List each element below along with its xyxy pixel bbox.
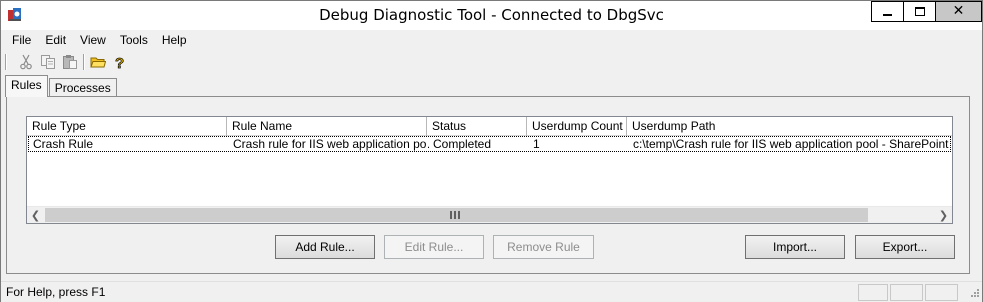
rules-list-header: Rule Type Rule Name Status Userdump Coun… [27,117,952,136]
caption-buttons: ✕ [871,1,982,22]
menu-file[interactable]: File [5,31,38,49]
horizontal-scrollbar[interactable]: ❮ ❯ [27,206,952,223]
column-header-rule-type[interactable]: Rule Type [27,117,227,136]
close-button[interactable]: ✕ [935,1,982,22]
column-header-status[interactable]: Status [427,117,527,136]
scroll-grip-icon [450,211,460,219]
paste-button[interactable] [59,53,81,71]
title-bar[interactable]: Debug Diagnostic Tool - Connected to Dbg… [1,1,982,30]
status-pane-2 [890,284,923,301]
menu-tools[interactable]: Tools [113,31,155,49]
scroll-left-button[interactable]: ❮ [27,207,44,223]
remove-rule-button[interactable]: Remove Rule [493,235,594,259]
cut-icon [20,54,32,70]
tab-processes[interactable]: Processes [48,78,117,97]
scroll-thumb[interactable] [45,208,868,222]
chevron-left-icon: ❮ [30,209,41,222]
main-window: Debug Diagnostic Tool - Connected to Dbg… [0,0,983,302]
open-folder-icon [90,57,106,68]
toolbar-grip[interactable] [5,54,7,70]
copy-icon [41,55,55,69]
status-pane-1 [858,284,888,301]
add-rule-button[interactable]: Add Rule... [275,235,375,259]
import-button[interactable]: Import... [745,235,845,259]
menu-help[interactable]: Help [155,31,194,49]
minimize-button[interactable] [871,1,904,22]
cell-rule-name: Crash rule for IIS web application po… [233,137,429,151]
table-row[interactable]: Crash Rule Crash rule for IIS web applic… [28,136,951,152]
minimize-icon [883,14,892,16]
chevron-right-icon: ❯ [938,209,949,222]
status-bar: For Help, press F1 [1,281,982,302]
window-title: Debug Diagnostic Tool - Connected to Dbg… [319,6,664,24]
help-icon: ? [115,55,125,70]
toolbar: ? [5,53,131,71]
maximize-icon [915,7,925,16]
scroll-right-button[interactable]: ❯ [935,207,952,223]
column-header-rule-name[interactable]: Rule Name [227,117,427,136]
resize-grip-icon[interactable] [968,288,980,300]
tab-strip: Rules Processes [5,75,118,97]
edit-rule-button[interactable]: Edit Rule... [384,235,484,259]
open-button[interactable] [87,53,109,71]
export-button[interactable]: Export... [855,235,955,259]
paste-icon [63,55,77,69]
status-pane-3 [925,284,958,301]
menu-view[interactable]: View [73,31,113,49]
tab-rules[interactable]: Rules [5,75,48,97]
copy-button[interactable] [37,53,59,71]
cell-rule-type: Crash Rule [33,137,94,151]
toolbar-separator [83,54,85,70]
status-text: For Help, press F1 [6,285,106,299]
menu-bar: File Edit View Tools Help [5,31,194,49]
menu-edit[interactable]: Edit [38,31,73,49]
maximize-button[interactable] [903,1,936,22]
close-icon: ✕ [952,3,965,19]
column-header-userdump-path[interactable]: Userdump Path [627,117,952,136]
cut-button[interactable] [15,53,37,71]
column-header-userdump-count[interactable]: Userdump Count [527,117,627,136]
cell-userdump-path: c:\temp\Crash rule for IIS web applicati… [633,137,950,151]
svg-text:?: ? [115,55,124,70]
help-button[interactable]: ? [109,53,131,71]
cell-status: Completed [433,137,492,151]
rules-list[interactable]: Rule Type Rule Name Status Userdump Coun… [26,116,953,224]
cell-userdump-count: 1 [533,137,540,151]
